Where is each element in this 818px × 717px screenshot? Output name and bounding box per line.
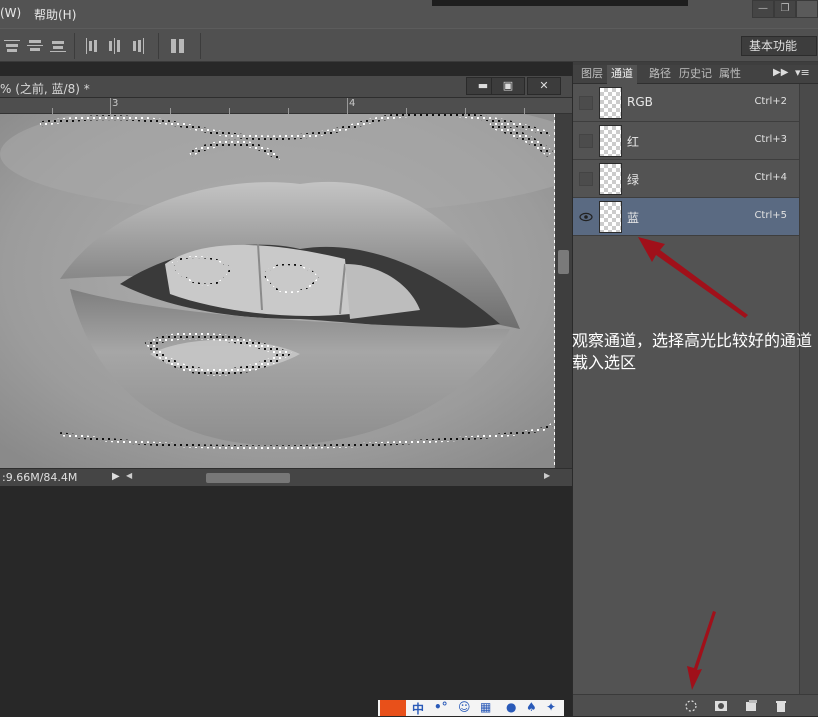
channel-name: 绿 [627, 173, 640, 187]
workspace-button[interactable]: 基本功能 [741, 36, 817, 56]
ruler-tick [110, 98, 111, 114]
menu-help[interactable]: 帮助(H) [34, 6, 76, 23]
channel-row-rgb[interactable]: RGB Ctrl+2 [573, 84, 799, 122]
panel-tabs: 图层 通道 路径 历史记 属性 ▶▶ ▾≡ [573, 65, 818, 84]
align-hcenter-icon[interactable] [107, 38, 123, 54]
tab-paths[interactable]: 路径 [645, 65, 675, 84]
tab-properties[interactable]: 属性 [715, 65, 745, 84]
ime-shirt-icon[interactable]: ♠ [526, 700, 537, 714]
horizontal-scroll-thumb[interactable] [206, 473, 290, 483]
options-bar: 基本功能 [0, 28, 818, 62]
channel-name: 红 [627, 135, 640, 149]
options-separator [74, 33, 75, 59]
ruler-mark: 3 [112, 98, 119, 109]
channel-row-red[interactable]: 红 Ctrl+3 [573, 122, 799, 160]
new-channel-icon[interactable] [743, 698, 759, 714]
align-bottom-icon[interactable] [50, 38, 66, 54]
ime-keyboard-icon[interactable]: ▦ [480, 700, 491, 714]
channel-shortcut: Ctrl+2 [754, 96, 787, 107]
image-canvas[interactable] [0, 114, 555, 468]
lips-image [0, 114, 555, 468]
status-bar: :9.66M/84.4M ▶ ◀ ▶ [0, 468, 572, 486]
channel-shortcut: Ctrl+5 [754, 210, 787, 221]
ime-punct-icon[interactable]: •° [434, 700, 448, 714]
status-arrow-icon[interactable]: ▶ [112, 471, 120, 482]
scroll-left-icon[interactable]: ◀ [126, 471, 132, 480]
panel-menu-icon[interactable]: ▾≡ [795, 66, 810, 79]
channel-row-blue[interactable]: 蓝 Ctrl+5 [573, 198, 799, 236]
document-title: % (之前, 蓝/8) * [0, 82, 90, 96]
ruler-tick [347, 98, 348, 114]
channels-panel: 图层 通道 路径 历史记 属性 ▶▶ ▾≡ RGB Ctrl+2 红 Ctrl+… [572, 62, 818, 716]
ime-logo-icon[interactable] [380, 700, 406, 716]
channel-shortcut: Ctrl+4 [754, 172, 787, 183]
options-separator [158, 33, 159, 59]
eye-icon[interactable] [579, 210, 593, 224]
visibility-toggle[interactable] [579, 134, 593, 148]
ime-face-icon[interactable]: ☺ [458, 700, 471, 714]
channel-thumbnail [599, 87, 622, 119]
ruler-mark: 4 [349, 98, 356, 109]
document-window: % (之前, 蓝/8) * ▬ ▣ ✕ 3 4:9.66M/84.4M ▶ ◀… [0, 76, 572, 486]
menu-bar: (W) 帮助(H) — ❐ [0, 0, 818, 28]
channel-thumbnail [599, 163, 622, 195]
panel-footer [573, 694, 818, 716]
channel-thumbnail [599, 125, 622, 157]
align-right-icon[interactable] [130, 38, 146, 54]
document-size: :9.66M/84.4M [2, 471, 78, 484]
minimize-icon[interactable]: — [752, 0, 774, 18]
title-strip [432, 0, 688, 6]
ime-toolbar: 中 •° ☺ ▦ ● ♠ ✦ [378, 700, 564, 716]
menu-window[interactable]: (W) [0, 6, 21, 20]
channel-shortcut: Ctrl+3 [754, 134, 787, 145]
close-icon[interactable] [796, 0, 818, 18]
tab-channels[interactable]: 通道 [607, 65, 637, 84]
tab-layers[interactable]: 图层 [577, 65, 607, 84]
visibility-toggle[interactable] [579, 96, 593, 110]
ime-user-icon[interactable]: ● [506, 700, 516, 714]
save-selection-icon[interactable] [713, 698, 729, 714]
options-separator [200, 33, 201, 59]
channel-row-green[interactable]: 绿 Ctrl+4 [573, 160, 799, 198]
doc-close-icon[interactable]: ✕ [527, 77, 561, 95]
panel-scrollbar[interactable] [799, 84, 818, 694]
restore-icon[interactable]: ❐ [774, 0, 796, 18]
channel-name: 蓝 [627, 211, 640, 225]
vertical-scrollbar[interactable] [555, 114, 572, 468]
channel-name: RGB [627, 95, 653, 109]
document-title-bar: % (之前, 蓝/8) * ▬ ▣ ✕ [0, 76, 572, 98]
tab-history[interactable]: 历史记 [675, 65, 716, 84]
align-left-icon[interactable] [84, 38, 100, 54]
visibility-toggle[interactable] [579, 172, 593, 186]
trash-icon[interactable] [773, 698, 789, 714]
ime-chinese-icon[interactable]: 中 [412, 700, 424, 717]
panel-expand-icon[interactable]: ▶▶ [773, 67, 788, 78]
window-controls: — ❐ [752, 0, 818, 20]
annotation-text: 观察通道，选择高光比较好的通道载入选区 [572, 331, 813, 372]
horizontal-ruler: 3 4 [0, 98, 572, 114]
align-vcenter-icon[interactable] [27, 38, 43, 54]
distribute-icon[interactable] [170, 38, 186, 54]
doc-restore-icon[interactable]: ▣ [491, 77, 525, 95]
scroll-right-icon[interactable]: ▶ [544, 471, 550, 480]
load-selection-icon[interactable] [683, 698, 699, 714]
align-top-icon[interactable] [4, 38, 20, 54]
ime-tools-icon[interactable]: ✦ [546, 700, 556, 714]
channel-thumbnail [599, 201, 622, 233]
scroll-thumb[interactable] [558, 250, 569, 274]
